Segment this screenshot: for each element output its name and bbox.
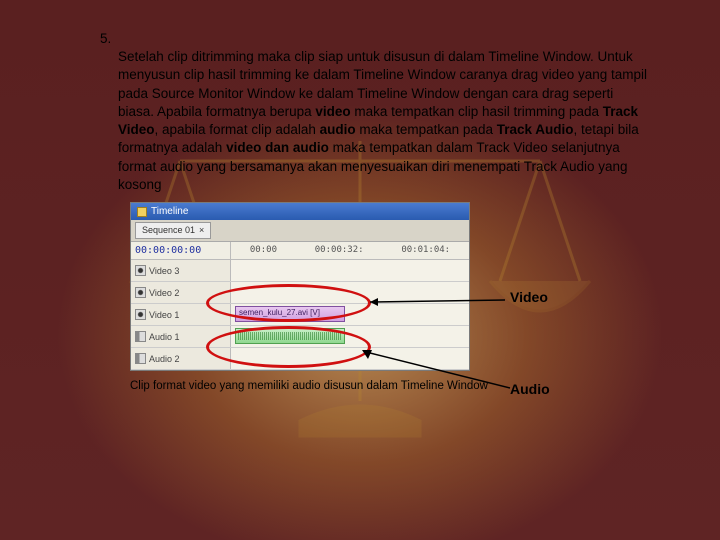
sequence-tab[interactable]: Sequence 01 × (135, 222, 211, 238)
audio-clip[interactable] (235, 328, 345, 344)
bold: video (315, 104, 350, 119)
text: maka tempatkan clip hasil trimming pada (351, 104, 603, 119)
ruler-tick: 00:01:04: (401, 244, 450, 258)
text: maka tempatkan pada (356, 122, 497, 137)
slide-content: 5. Setelah clip ditrimming maka clip sia… (0, 0, 720, 395)
video-clip[interactable]: semen_kulu_27.avi [V] (235, 306, 345, 322)
bold: Track Audio (497, 122, 574, 137)
sequence-tabs: Sequence 01 × (131, 220, 469, 241)
track-label: Video 3 (149, 265, 179, 277)
ruler-tick: 00:00 (250, 244, 277, 258)
eye-icon[interactable] (135, 309, 146, 320)
step-paragraph: 5. Setelah clip ditrimming maka clip sia… (100, 30, 650, 194)
timeline-window: Timeline Sequence 01 × 00:00:00:00 00:00… (130, 202, 470, 371)
window-titlebar: Timeline (131, 203, 469, 221)
close-icon: × (199, 224, 204, 236)
track-label: Audio 1 (149, 331, 180, 343)
timeline-figure: Timeline Sequence 01 × 00:00:00:00 00:00… (130, 202, 470, 371)
track-label: Video 1 (149, 309, 179, 321)
time-ruler: 00:00:00:00 00:00 00:00:32: 00:01:04: (131, 242, 469, 261)
speaker-icon[interactable] (135, 353, 146, 364)
speaker-icon[interactable] (135, 331, 146, 342)
track-label: Audio 2 (149, 353, 180, 365)
current-timecode: 00:00:00:00 (131, 242, 231, 260)
eye-icon[interactable] (135, 265, 146, 276)
track-video-3: Video 3 (131, 260, 469, 282)
eye-icon[interactable] (135, 287, 146, 298)
track-audio-2: Audio 2 (131, 348, 469, 370)
label-video: Video (510, 288, 548, 307)
step-number: 5. (100, 31, 111, 46)
window-title: Timeline (151, 205, 188, 219)
timeline-icon (137, 207, 147, 217)
track-audio-1: Audio 1 (131, 326, 469, 348)
ruler-tick: 00:00:32: (315, 244, 364, 258)
track-video-2: Video 2 (131, 282, 469, 304)
label-audio: Audio (510, 380, 550, 399)
text: , apabila format clip adalah (155, 122, 320, 137)
bold: video dan audio (226, 140, 329, 155)
figure-caption: Clip format video yang memiliki audio di… (130, 379, 650, 395)
track-label: Video 2 (149, 287, 179, 299)
bold: audio (320, 122, 356, 137)
track-video-1: Video 1 semen_kulu_27.avi [V] (131, 304, 469, 326)
tab-label: Sequence 01 (142, 224, 195, 236)
